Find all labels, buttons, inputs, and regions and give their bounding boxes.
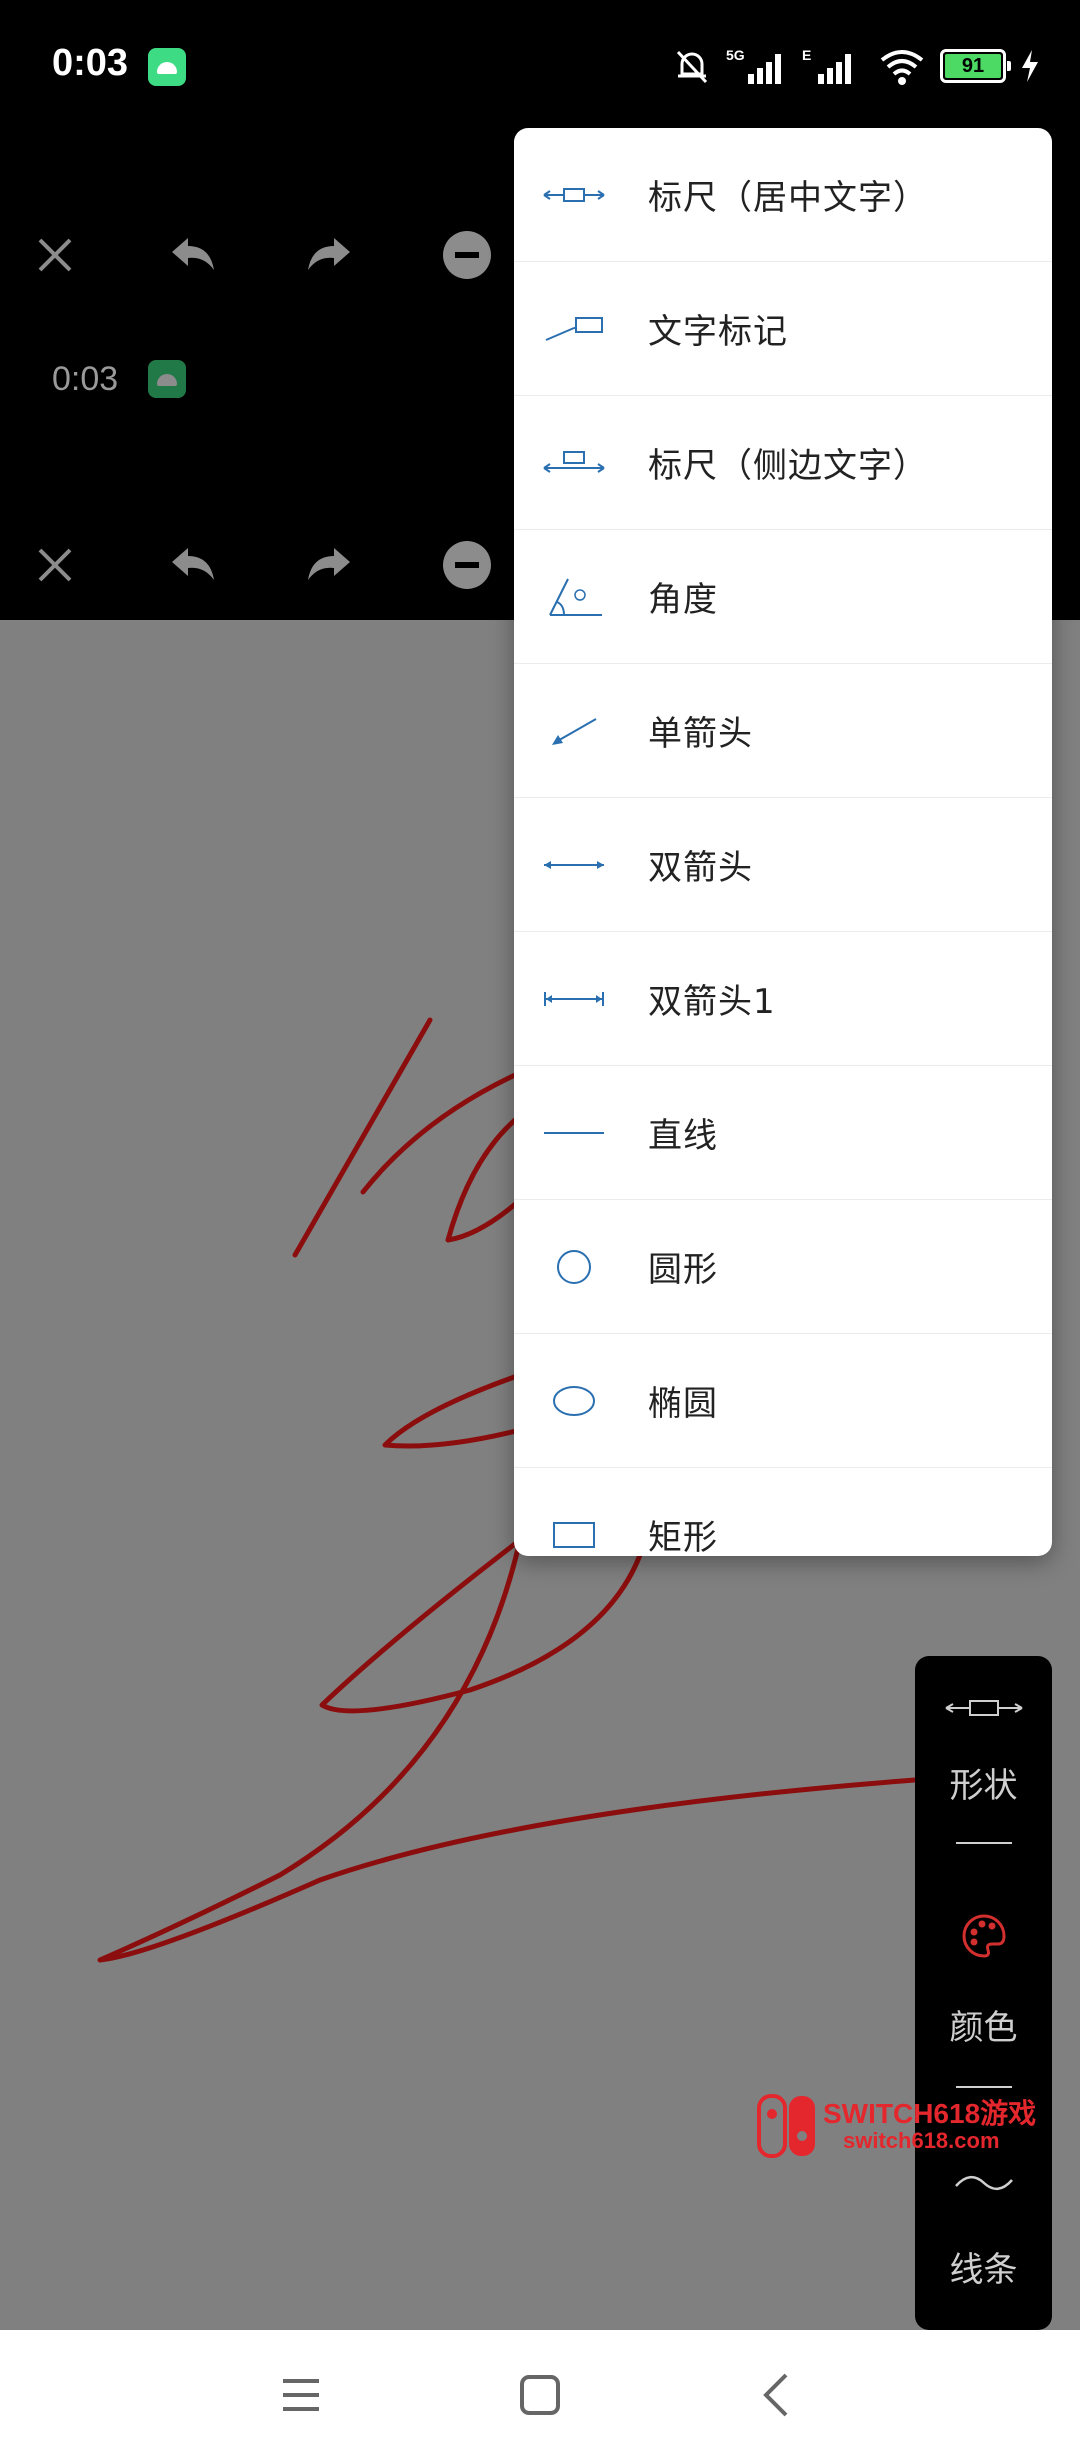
angle-icon bbox=[549, 578, 602, 616]
drawing-toolbar bbox=[0, 515, 520, 615]
menu-item-label: 双箭头 bbox=[648, 848, 753, 888]
menu-item-label: 角度 bbox=[648, 580, 718, 620]
android-app-icon-dim bbox=[148, 360, 186, 398]
charging-icon bbox=[1022, 50, 1038, 82]
menu-item-label: 文字标记 bbox=[648, 312, 788, 352]
close-icon[interactable] bbox=[30, 540, 80, 590]
menu-item-text-marker[interactable]: 文字标记 bbox=[514, 262, 1052, 396]
menu-item-rectangle[interactable]: 矩形 bbox=[514, 1468, 1052, 1556]
overlay-time: 0:03 bbox=[52, 360, 119, 398]
line-tool-label: 线条 bbox=[949, 2250, 1018, 2290]
ruler-center-text-icon bbox=[945, 1700, 1022, 1716]
redo-icon[interactable] bbox=[304, 230, 354, 280]
svg-text:5G: 5G bbox=[726, 47, 745, 63]
drawing-toolbar-top bbox=[0, 205, 520, 305]
color-tool-label: 颜色 bbox=[949, 2008, 1018, 2048]
wifi-icon bbox=[880, 50, 924, 85]
text-marker-icon bbox=[545, 316, 603, 341]
shape-menu: 标尺（居中文字） 文字标记 标尺（侧边文字） 角度 单箭头 双箭头 双箭头1 直… bbox=[514, 128, 1052, 1556]
status-icons: 5G E 91 bbox=[672, 44, 1040, 88]
menu-item-ruler-side[interactable]: 标尺（侧边文字） bbox=[514, 396, 1052, 530]
rectangle-icon bbox=[553, 1521, 595, 1548]
tool-side-panel: 形状 颜色 线条 bbox=[915, 1656, 1052, 2330]
menu-item-label: 单箭头 bbox=[648, 714, 753, 754]
menu-item-circle[interactable]: 圆形 bbox=[514, 1200, 1052, 1334]
menu-item-label: 圆形 bbox=[648, 1250, 718, 1290]
menu-icon[interactable] bbox=[271, 2365, 331, 2425]
color-tool-button[interactable]: 颜色 bbox=[915, 1912, 1052, 2092]
status-time: 0:03 bbox=[52, 42, 129, 84]
menu-item-label: 椭圆 bbox=[648, 1384, 718, 1424]
line-tool-button[interactable]: 线条 bbox=[915, 2168, 1052, 2328]
minus-circle-icon[interactable] bbox=[442, 230, 492, 280]
double-arrow-icon bbox=[544, 860, 604, 869]
redo-icon[interactable] bbox=[304, 540, 354, 590]
switch-logo-icon bbox=[757, 2094, 815, 2158]
menu-item-ruler-center[interactable]: 标尺（居中文字） bbox=[514, 128, 1052, 262]
menu-item-single-arrow[interactable]: 单箭头 bbox=[514, 664, 1052, 798]
menu-item-angle[interactable]: 角度 bbox=[514, 530, 1052, 664]
menu-item-ellipse[interactable]: 椭圆 bbox=[514, 1334, 1052, 1468]
undo-icon[interactable] bbox=[168, 230, 218, 280]
signal-e-icon: E bbox=[802, 47, 851, 84]
menu-item-label: 直线 bbox=[648, 1116, 718, 1156]
menu-item-label: 矩形 bbox=[648, 1518, 718, 1556]
menu-item-label: 标尺（居中文字） bbox=[648, 178, 928, 218]
menu-item-label: 双箭头1 bbox=[648, 982, 776, 1022]
palette-icon bbox=[962, 1914, 1006, 1958]
shape-tool-label: 形状 bbox=[949, 1766, 1018, 1806]
straight-line-icon bbox=[544, 1131, 604, 1134]
menu-item-straight-line[interactable]: 直线 bbox=[514, 1066, 1052, 1200]
close-icon[interactable] bbox=[30, 230, 80, 280]
svg-text:E: E bbox=[802, 47, 811, 63]
menu-item-label: 标尺（侧边文字） bbox=[648, 446, 928, 486]
signal-5g-icon: 5G bbox=[726, 47, 781, 84]
android-app-icon bbox=[148, 48, 186, 86]
mute-bell-icon bbox=[676, 50, 708, 84]
divider bbox=[956, 1842, 1012, 1844]
watermark: SWITCH618游戏 switch618.com bbox=[757, 2090, 1067, 2162]
watermark-url: switch618.com bbox=[843, 2128, 1000, 2153]
battery-icon: 91 bbox=[940, 49, 1011, 83]
ruler-center-text-icon bbox=[543, 187, 605, 202]
ellipse-icon bbox=[553, 1385, 595, 1416]
navigation-bar bbox=[0, 2330, 1080, 2460]
shape-tool-button[interactable]: 形状 bbox=[915, 1696, 1052, 1886]
menu-item-double-arrow[interactable]: 双箭头 bbox=[514, 798, 1052, 932]
status-bar: 0:03 5G E 91 bbox=[0, 0, 1080, 130]
undo-icon[interactable] bbox=[168, 540, 218, 590]
double-arrow-bar-icon bbox=[544, 991, 604, 1006]
menu-item-double-arrow-1[interactable]: 双箭头1 bbox=[514, 932, 1052, 1066]
divider bbox=[956, 2086, 1012, 2088]
back-icon[interactable] bbox=[748, 2365, 808, 2425]
watermark-title: SWITCH618游戏 bbox=[823, 2098, 1037, 2129]
battery-level: 91 bbox=[945, 54, 1001, 78]
wave-line-icon bbox=[954, 2176, 1013, 2190]
ruler-side-text-icon bbox=[543, 450, 605, 473]
minus-circle-icon[interactable] bbox=[442, 540, 492, 590]
circle-icon bbox=[557, 1249, 591, 1284]
single-arrow-icon bbox=[552, 717, 597, 745]
home-icon[interactable] bbox=[510, 2365, 570, 2425]
